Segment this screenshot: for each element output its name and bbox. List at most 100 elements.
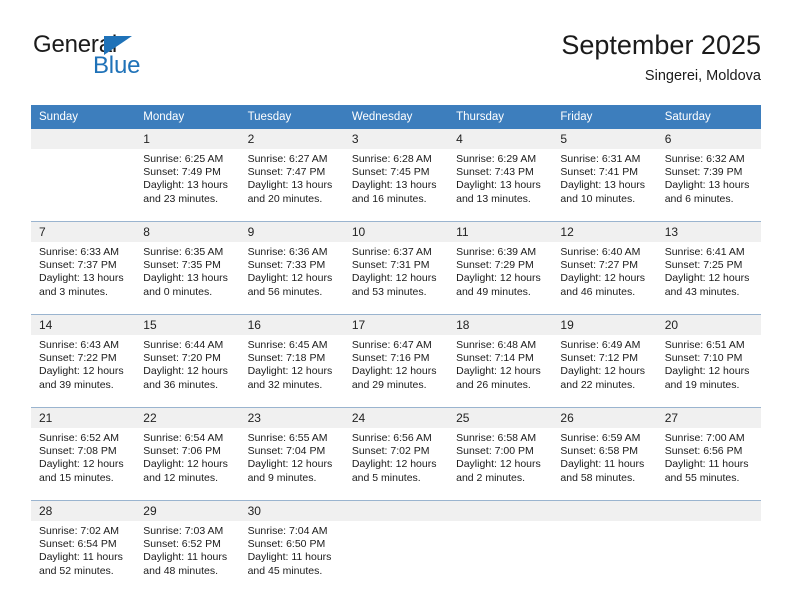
day-detail-line: Daylight: 12 hours [560, 365, 646, 378]
day-detail-line: and 36 minutes. [143, 378, 218, 391]
day-number: 28 [31, 501, 136, 521]
calendar-day-cell[interactable]: 26 Sunrise: 6:59 AM Sunset: 6:58 PM Dayligh… [552, 407, 657, 501]
day-detail-line: Sunrise: 7:04 AM [247, 525, 328, 537]
day-detail-line: Daylight: 12 hours [247, 365, 333, 378]
day-details: Sunrise: 6:36 AM Sunset: 7:33 PM Daylight:… [240, 242, 344, 314]
day-detail-line: and 43 minutes. [664, 285, 740, 298]
day-detail-line: Sunrise: 6:45 AM [247, 339, 328, 351]
day-detail-line: Sunrise: 6:49 AM [560, 339, 641, 351]
day-detail-line: and 32 minutes. [247, 378, 323, 391]
calendar-day-cell[interactable]: 22 Sunrise: 6:54 AM Sunset: 7:06 PM Dayligh… [135, 407, 240, 501]
day-detail-line: Daylight: 13 hours [143, 179, 228, 192]
day-detail-line: and 10 minutes. [560, 192, 636, 205]
calendar-day-cell[interactable]: 3 Sunrise: 6:28 AM Sunset: 7:45 PM Daylight… [343, 129, 449, 222]
calendar-day-cell[interactable]: 30 Sunrise: 7:04 AM Sunset: 6:50 PM Dayligh… [239, 500, 344, 593]
day-number: 2 [239, 129, 344, 149]
calendar-day-cell[interactable]: 8 Sunrise: 6:35 AM Sunset: 7:35 PM Daylight… [135, 221, 240, 315]
calendar-day-cell[interactable]: 10 Sunrise: 6:37 AM Sunset: 7:31 PM Dayligh… [343, 221, 449, 315]
day-details: Sunrise: 6:51 AM Sunset: 7:10 PM Daylight:… [657, 335, 761, 407]
day-detail-line: Daylight: 13 hours [143, 272, 228, 285]
day-details: Sunrise: 6:40 AM Sunset: 7:27 PM Daylight:… [552, 242, 656, 314]
calendar-day-cell[interactable]: 21 Sunrise: 6:52 AM Sunset: 7:08 PM Dayligh… [31, 407, 136, 501]
weekday-header-wednesday: Wednesday [343, 105, 449, 129]
day-detail-line: Sunrise: 6:32 AM [664, 153, 745, 165]
calendar-day-cell[interactable]: 23 Sunrise: 6:55 AM Sunset: 7:04 PM Dayligh… [239, 407, 344, 501]
day-detail-line: Daylight: 13 hours [351, 179, 437, 192]
day-detail-line: Sunrise: 6:35 AM [143, 246, 224, 258]
calendar-cell-empty [343, 500, 449, 593]
day-detail-line: Sunrise: 6:54 AM [143, 432, 224, 444]
day-detail-line: Daylight: 13 hours [560, 179, 646, 192]
weekday-header-friday: Friday [552, 105, 657, 129]
calendar-day-cell[interactable]: 18 Sunrise: 6:48 AM Sunset: 7:14 PM Dayligh… [448, 314, 553, 408]
day-number [656, 501, 761, 521]
calendar-day-cell[interactable]: 25 Sunrise: 6:58 AM Sunset: 7:00 PM Dayligh… [448, 407, 553, 501]
calendar-day-cell[interactable]: 20 Sunrise: 6:51 AM Sunset: 7:10 PM Dayligh… [656, 314, 761, 408]
day-number: 5 [552, 129, 657, 149]
day-detail-line: and 5 minutes. [351, 471, 421, 484]
day-number: 7 [31, 222, 136, 242]
day-detail-line: and 48 minutes. [143, 564, 218, 577]
day-detail-line: Sunset: 7:22 PM [39, 352, 117, 365]
calendar-day-cell[interactable]: 17 Sunrise: 6:47 AM Sunset: 7:16 PM Dayligh… [343, 314, 449, 408]
day-detail-line: Sunrise: 7:02 AM [39, 525, 119, 537]
calendar-day-cell[interactable]: 5 Sunrise: 6:31 AM Sunset: 7:41 PM Daylight… [552, 129, 657, 222]
day-detail-line: Sunrise: 6:59 AM [560, 432, 641, 444]
day-detail-line: Daylight: 12 hours [664, 272, 750, 285]
day-detail-line: and 23 minutes. [143, 192, 218, 205]
brand-logo[interactable]: General Blue [31, 32, 211, 88]
day-detail-line: Sunset: 7:08 PM [39, 445, 117, 458]
day-number: 6 [656, 129, 761, 149]
calendar-day-cell[interactable]: 9 Sunrise: 6:36 AM Sunset: 7:33 PM Daylight… [239, 221, 344, 315]
calendar-day-cell[interactable]: 15 Sunrise: 6:44 AM Sunset: 7:20 PM Dayligh… [135, 314, 240, 408]
day-number: 10 [343, 222, 449, 242]
calendar-day-cell[interactable]: 7 Sunrise: 6:33 AM Sunset: 7:37 PM Daylight… [31, 221, 136, 315]
calendar-day-cell[interactable]: 6 Sunrise: 6:32 AM Sunset: 7:39 PM Daylight… [656, 129, 761, 222]
day-detail-line: and 12 minutes. [143, 471, 218, 484]
day-detail-line: Daylight: 12 hours [456, 365, 541, 378]
day-detail-line: and 9 minutes. [247, 471, 317, 484]
calendar-day-cell[interactable]: 24 Sunrise: 6:56 AM Sunset: 7:02 PM Dayligh… [343, 407, 449, 501]
day-details: Sunrise: 6:48 AM Sunset: 7:14 PM Daylight:… [448, 335, 552, 407]
day-detail-line: Daylight: 12 hours [39, 365, 124, 378]
day-detail-line: and 26 minutes. [456, 378, 531, 391]
day-details: Sunrise: 6:49 AM Sunset: 7:12 PM Daylight:… [552, 335, 656, 407]
calendar-day-cell[interactable]: 29 Sunrise: 7:03 AM Sunset: 6:52 PM Dayligh… [135, 500, 240, 593]
calendar-day-cell[interactable]: 13 Sunrise: 6:41 AM Sunset: 7:25 PM Dayligh… [656, 221, 761, 315]
calendar-week-row: 1 Sunrise: 6:25 AM Sunset: 7:49 PM Daylight… [31, 129, 761, 222]
day-detail-line: Sunset: 7:27 PM [560, 259, 639, 272]
calendar-day-cell[interactable]: 2 Sunrise: 6:27 AM Sunset: 7:47 PM Daylight… [239, 129, 344, 222]
calendar-day-cell[interactable]: 14 Sunrise: 6:43 AM Sunset: 7:22 PM Dayligh… [31, 314, 136, 408]
day-detail-line: and 58 minutes. [560, 471, 636, 484]
day-detail-line: and 19 minutes. [664, 378, 740, 391]
title-block: September 2025 Singerei, Moldova [561, 28, 761, 86]
day-detail-line: Daylight: 12 hours [560, 272, 646, 285]
calendar-day-cell[interactable]: 16 Sunrise: 6:45 AM Sunset: 7:18 PM Dayligh… [239, 314, 344, 408]
calendar-day-cell[interactable]: 4 Sunrise: 6:29 AM Sunset: 7:43 PM Daylight… [448, 129, 553, 222]
day-detail-line: Sunset: 7:45 PM [351, 166, 430, 179]
day-details: Sunrise: 6:32 AM Sunset: 7:39 PM Daylight:… [657, 149, 761, 221]
calendar-day-cell[interactable]: 19 Sunrise: 6:49 AM Sunset: 7:12 PM Dayligh… [552, 314, 657, 408]
day-detail-line: Sunrise: 6:51 AM [664, 339, 745, 351]
day-detail-line: and 16 minutes. [351, 192, 427, 205]
calendar-day-cell[interactable]: 27 Sunrise: 7:00 AM Sunset: 6:56 PM Dayligh… [656, 407, 761, 501]
calendar-day-cell[interactable]: 1 Sunrise: 6:25 AM Sunset: 7:49 PM Daylight… [135, 129, 240, 222]
day-detail-line: Sunrise: 6:58 AM [456, 432, 537, 444]
day-detail-line: and 20 minutes. [247, 192, 323, 205]
day-detail-line: Sunset: 7:31 PM [351, 259, 430, 272]
day-detail-line: Sunrise: 6:52 AM [39, 432, 119, 444]
day-detail-line: Sunrise: 6:27 AM [247, 153, 328, 165]
day-details [657, 521, 761, 593]
day-detail-line: Sunset: 6:54 PM [39, 538, 117, 551]
day-number: 9 [239, 222, 344, 242]
day-detail-line: Sunset: 7:37 PM [39, 259, 117, 272]
day-detail-line: and 6 minutes. [664, 192, 734, 205]
calendar-day-cell[interactable]: 11 Sunrise: 6:39 AM Sunset: 7:29 PM Dayligh… [448, 221, 553, 315]
calendar-day-cell[interactable]: 28 Sunrise: 7:02 AM Sunset: 6:54 PM Dayligh… [31, 500, 136, 593]
day-details: Sunrise: 6:43 AM Sunset: 7:22 PM Daylight:… [31, 335, 135, 407]
calendar-day-cell[interactable]: 12 Sunrise: 6:40 AM Sunset: 7:27 PM Dayligh… [552, 221, 657, 315]
day-detail-line: Sunset: 7:25 PM [664, 259, 743, 272]
day-detail-line: Daylight: 13 hours [456, 179, 541, 192]
day-detail-line: Sunrise: 6:25 AM [143, 153, 224, 165]
day-detail-line: Sunset: 6:50 PM [247, 538, 326, 551]
